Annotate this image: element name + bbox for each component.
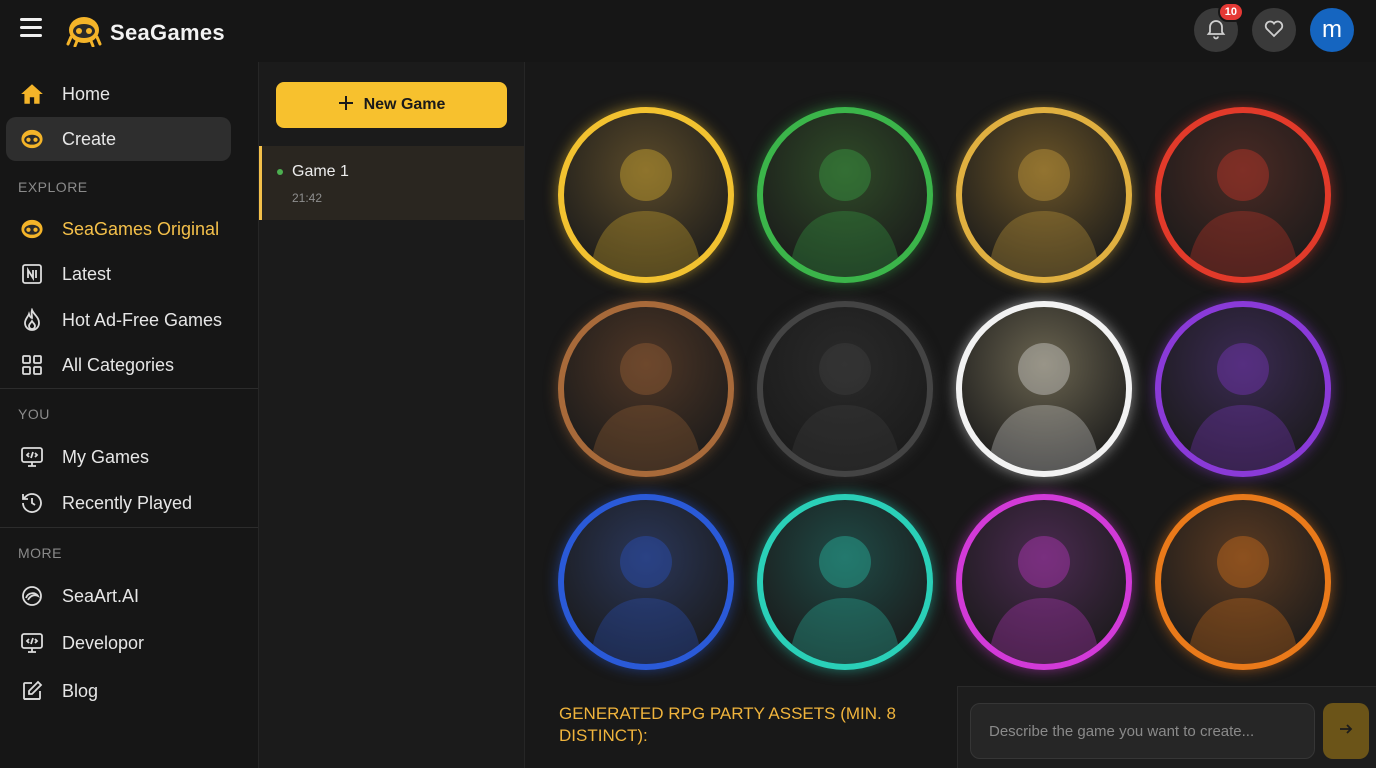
sidebar-item-label: Recently Played [62,492,193,513]
arrow-right-icon [1338,721,1354,742]
portrait-image [763,307,927,471]
user-avatar[interactable]: m [1310,8,1354,52]
portrait-image [564,307,728,471]
sidebar-item-label: Create [62,128,117,149]
sidebar-divider [0,527,258,528]
sidebar-item-label: My Games [62,446,150,467]
sidebar-item-seaart-ai[interactable]: SeaArt.AI [6,574,231,618]
mascot-icon [18,215,46,243]
sidebar-item-label: Blog [62,680,99,701]
sidebar-item-developor[interactable]: Developor [6,621,231,665]
sidebar-item-label: SeaGames Original [62,218,220,239]
sidebar-item-blog[interactable]: Blog [6,669,231,713]
sidebar-item-my-games[interactable]: My Games [6,435,231,479]
main-content: GENERATED RPG PARTY ASSETS (MIN. 8 DISTI… [525,62,1376,768]
notification-badge: 10 [1217,2,1244,22]
new-game-button[interactable]: New Game [276,82,507,128]
portrait-image [763,113,927,277]
new-game-label: New Game [363,96,446,113]
sidebar-item-home[interactable]: Home [6,72,231,116]
plus-icon [338,95,354,116]
portrait-dragonborn-paladin[interactable] [558,494,734,670]
code-monitor-icon [18,629,46,657]
app-root: SeaGames 10 m Home Create EXPLORE SeaGam… [0,0,1376,768]
portrait-elf-ranger[interactable] [757,107,933,283]
flame-icon [18,306,46,334]
logo[interactable]: SeaGames [66,13,225,52]
new-badge-icon [18,260,46,288]
top-bar: SeaGames 10 m [0,0,1376,62]
heart-icon [1262,16,1286,45]
sidebar-item-create[interactable]: Create [6,117,231,161]
sidebar-item-label: All Categories [62,354,175,375]
sidebar-item-latest[interactable]: Latest [6,252,231,296]
sidebar-item-seagames-original[interactable]: SeaGames Original [6,207,231,251]
sidebar-item-label: Developor [62,632,145,653]
game-list-item[interactable]: Game 1 21:42 [259,146,524,220]
send-button[interactable] [1323,703,1369,759]
sidebar-item-all-categories[interactable]: All Categories [6,343,231,387]
portrait-image [962,113,1126,277]
portrait-image [1161,500,1325,664]
sidebar-item-label: Latest [62,263,112,284]
top-actions: 10 m [1194,2,1354,52]
notifications-button[interactable]: 10 [1194,2,1244,52]
portrait-image [962,500,1126,664]
portrait-cleric[interactable] [956,301,1132,477]
section-label-more: MORE [18,545,62,561]
sidebar-item-recently-played[interactable]: Recently Played [6,481,231,525]
mascot-logo-icon [66,13,102,52]
sidebar-divider [0,388,258,389]
sidebar-item-label: Home [62,83,111,104]
sidebar-item-label: Hot Ad-Free Games [62,309,223,330]
history-icon [18,489,46,517]
portrait-knight[interactable] [558,107,734,283]
mascot-icon [18,125,46,153]
favorites-button[interactable] [1252,8,1296,52]
portrait-rogue[interactable] [757,301,933,477]
portrait-image [1161,113,1325,277]
code-monitor-icon [18,443,46,471]
game-name: Game 1 [292,163,349,180]
portrait-image [962,307,1126,471]
portrait-image [564,500,728,664]
portrait-bard[interactable] [1155,494,1331,670]
portrait-image [1161,307,1325,471]
portrait-image [564,113,728,277]
assets-heading: GENERATED RPG PARTY ASSETS (MIN. 8 DISTI… [559,704,896,745]
portrait-gnome-alchemist[interactable] [757,494,933,670]
game-list-panel: New Game Game 1 21:42 [258,62,525,768]
portrait-dwarf[interactable] [956,107,1132,283]
portrait-tiefling-falconer[interactable] [1155,301,1331,477]
sidebar: Home Create EXPLORE SeaGames Original La… [0,62,258,768]
brand-name: SeaGames [110,19,225,45]
seaart-icon [18,582,46,610]
section-label-you: YOU [18,406,50,422]
portrait-fox-sorcerer[interactable] [956,494,1132,670]
sidebar-item-hot-ad-free-games[interactable]: Hot Ad-Free Games [6,298,231,342]
edit-icon [18,677,46,705]
prompt-bar [957,686,1376,768]
portrait-orc-warrior[interactable] [558,301,734,477]
home-icon [18,80,46,108]
menu-icon[interactable] [20,18,44,40]
game-description-input[interactable] [970,703,1315,759]
section-label-explore: EXPLORE [18,179,88,195]
status-dot [277,169,283,175]
portrait-fire-mage[interactable] [1155,107,1331,283]
game-time: 21:42 [292,191,323,205]
sidebar-item-label: SeaArt.AI [62,585,140,606]
portrait-image [763,500,927,664]
grid-icon [18,351,46,379]
